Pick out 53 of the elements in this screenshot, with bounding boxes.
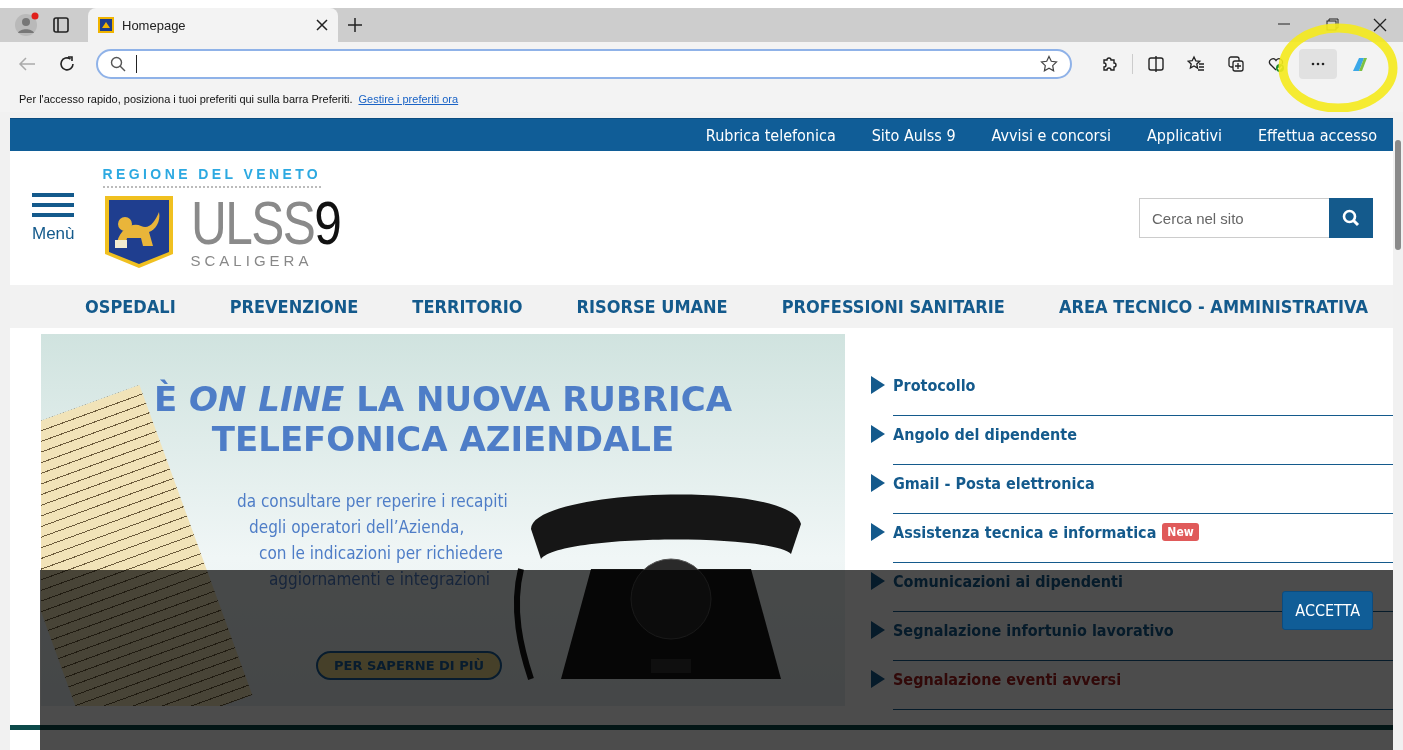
banner-title: TELEFONICA AZIENDALE [211, 419, 675, 459]
banner-title: È ON LINE LA NUOVA RUBRICA [154, 379, 732, 419]
scrollbar-thumb[interactable] [1395, 140, 1401, 250]
new-tab-icon[interactable] [347, 17, 363, 33]
banner-text: con le indicazioni per richiedere [259, 542, 504, 565]
profile-icon[interactable] [14, 12, 40, 38]
search-button[interactable] [1329, 198, 1373, 238]
split-screen-icon[interactable] [1147, 54, 1165, 73]
collections-icon[interactable] [1227, 54, 1245, 73]
nav-link[interactable]: RISORSE UMANE [576, 296, 728, 317]
search-field[interactable]: Cerca nel sito [1139, 198, 1329, 238]
reload-icon[interactable] [58, 54, 76, 73]
nav-link[interactable]: PROFESSIONI SANITARIE [781, 296, 1005, 317]
logo-region-text: REGIONE DEL VENETO [102, 166, 322, 188]
favorites-icon[interactable] [1187, 54, 1205, 73]
top-link[interactable]: Avvisi e concorsi [991, 125, 1111, 145]
favorites-hint: Per l'accesso rapido, posiziona i tuoi preferiti qui sulla barra Preferiti. [19, 92, 353, 105]
nav-link[interactable]: AREA TECNICO - AMMINISTRATIVA [1058, 296, 1368, 317]
close-icon[interactable] [1372, 17, 1388, 33]
close-icon[interactable] [316, 19, 328, 31]
top-link[interactable]: Rubrica telefonica [705, 125, 836, 145]
triangle-icon [871, 474, 885, 492]
lion-crest-icon [102, 194, 175, 270]
nav-link[interactable]: TERRITORIO [412, 296, 523, 317]
search-icon [110, 55, 126, 72]
quick-link[interactable]: Assistenza tecnica e informatica New [893, 514, 1393, 563]
search-icon [1342, 209, 1360, 227]
tab-actions-icon[interactable] [53, 17, 69, 33]
nav-link[interactable]: OSPEDALI [85, 296, 176, 317]
accept-button[interactable]: ACCETTA [1282, 591, 1373, 630]
star-icon[interactable] [1040, 54, 1058, 73]
manage-favorites-link[interactable]: Gestire i preferiti ora [358, 92, 459, 105]
quick-link[interactable]: Angolo del dipendente [893, 416, 1393, 465]
logo-name: ULSS9 [190, 194, 340, 252]
top-link[interactable]: Effettua accesso [1258, 125, 1377, 145]
menu-icon [32, 192, 75, 218]
new-badge: New [1162, 523, 1199, 541]
logo-subtitle: SCALIGERA [190, 252, 313, 269]
triangle-icon [871, 425, 885, 443]
puzzle-icon[interactable] [1100, 54, 1118, 73]
menu-button[interactable]: Menù [32, 192, 75, 244]
browser-tab[interactable]: Homepage [88, 8, 338, 42]
top-link[interactable]: Sito Aulss 9 [871, 125, 956, 145]
quick-link[interactable]: Protocollo [893, 367, 1393, 416]
quick-link[interactable]: Gmail - Posta elettronica [893, 465, 1393, 514]
triangle-icon [871, 523, 885, 541]
banner-text: da consultare per reperire i recapiti [237, 490, 508, 513]
top-link[interactable]: Applicativi [1147, 125, 1222, 145]
banner-text: degli operatori dell’Azienda, [249, 516, 466, 539]
tab-title: Homepage [122, 17, 187, 33]
site-favicon-icon [98, 17, 114, 33]
triangle-icon [871, 376, 885, 394]
nav-link[interactable]: PREVENZIONE [229, 296, 359, 317]
